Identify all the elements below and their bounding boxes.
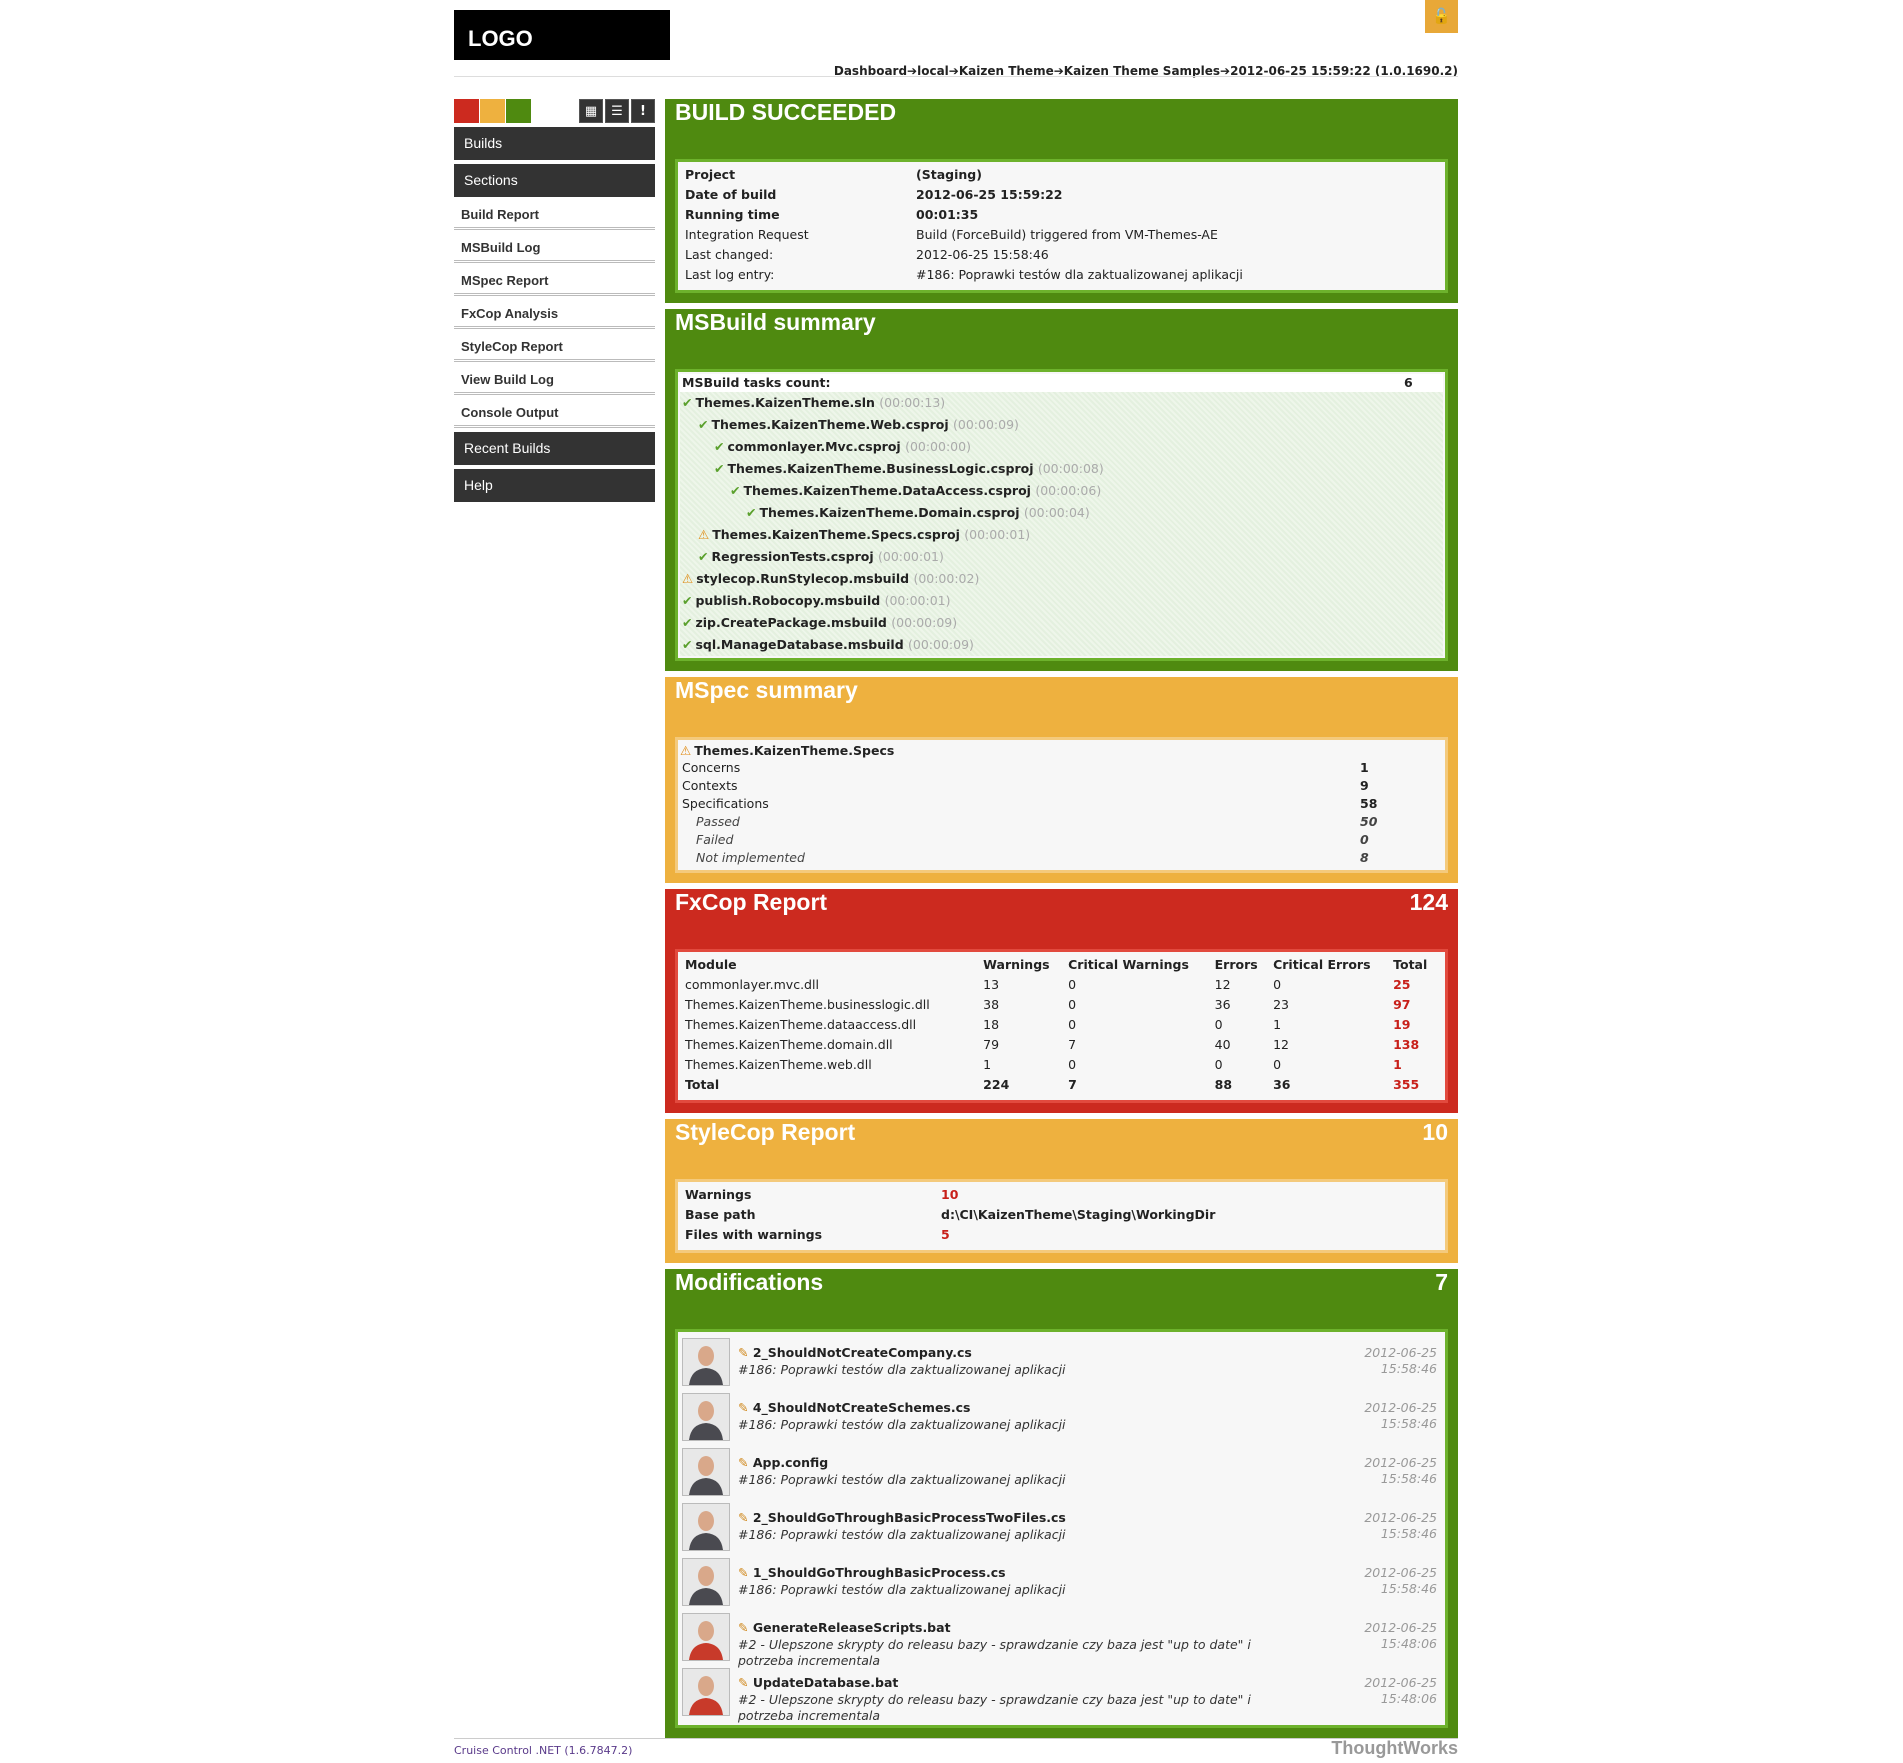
footer-version-link[interactable]: Cruise Control .NET (1.6.7847.2) (454, 1744, 632, 1757)
footer-area: Cruise Control .NET (1.6.7847.2) Thought… (454, 0, 1458, 1763)
footer-divider (454, 1738, 1458, 1739)
thoughtworks-logo[interactable]: ThoughtWorks (1331, 1738, 1458, 1759)
